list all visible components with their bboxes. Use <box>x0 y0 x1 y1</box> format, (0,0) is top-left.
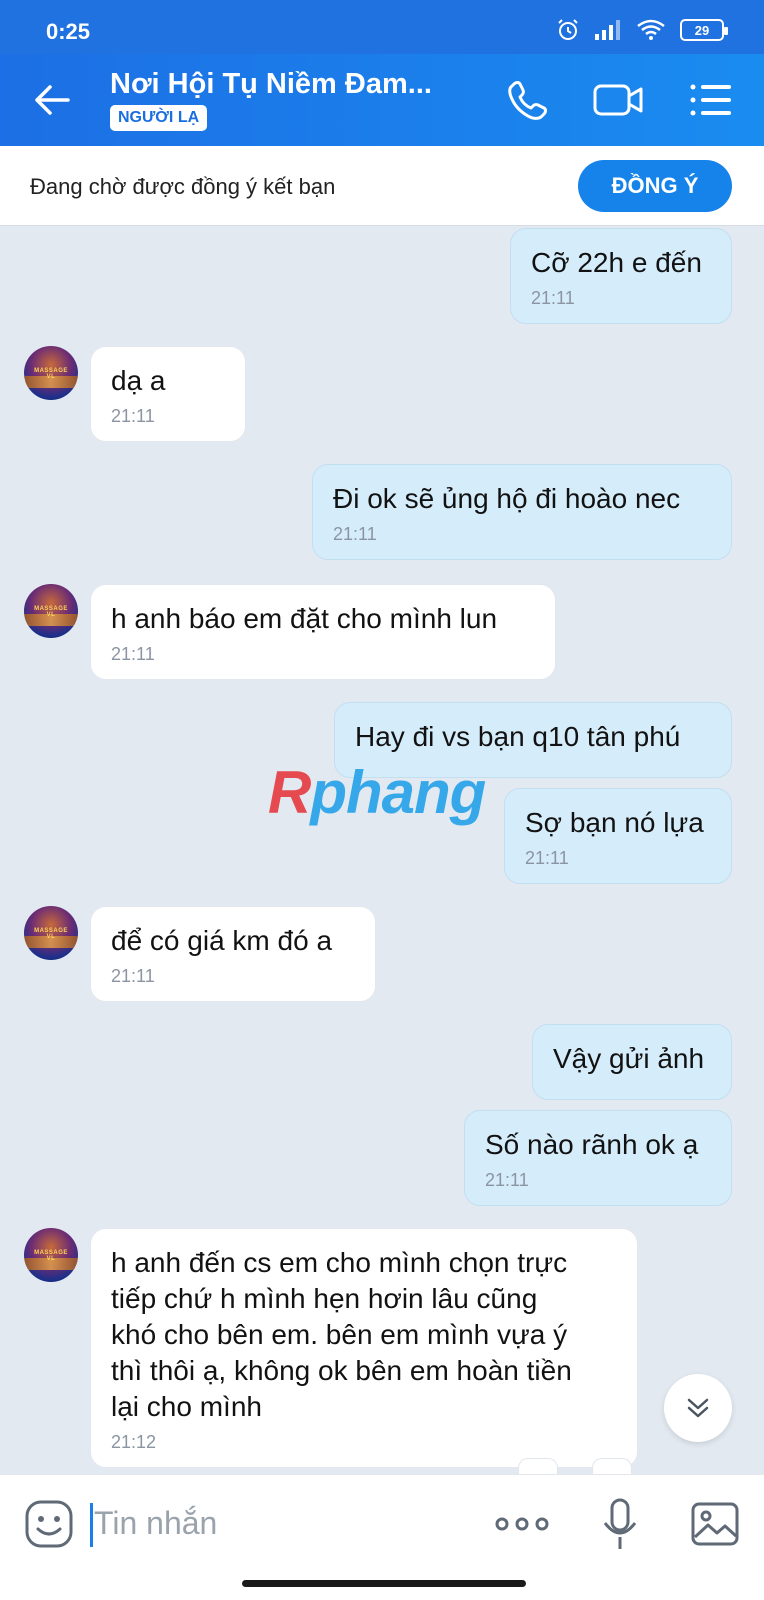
more-dots-icon[interactable] <box>494 1513 550 1535</box>
message-text: Sợ bạn nó lựa <box>525 807 704 838</box>
emoji-icon[interactable] <box>24 1499 74 1549</box>
message-bubble-incoming[interactable]: h anh đến cs em cho mình chọn trực tiếp … <box>90 1228 638 1468</box>
scroll-to-bottom-button[interactable] <box>664 1374 732 1442</box>
microphone-icon[interactable] <box>600 1497 640 1553</box>
message-bubble-incoming[interactable]: h anh báo em đặt cho mình lun 21:11 <box>90 584 556 680</box>
message-text: h anh báo em đặt cho mình lun <box>111 603 498 634</box>
message-text-line: khó cho bên em. bên em mình vựa ý <box>111 1319 568 1350</box>
video-camera-icon[interactable] <box>592 76 646 124</box>
status-icons: 29 <box>556 18 728 42</box>
message-bubble-outgoing[interactable]: Vậy gửi ảnh <box>532 1024 732 1100</box>
chevron-double-down-icon <box>687 1398 709 1418</box>
battery-level: 29 <box>694 22 710 38</box>
signal-icon <box>595 20 620 40</box>
message-bubble-outgoing[interactable]: Đi ok sẽ ủng hộ đi hoào nec 21:11 <box>312 464 732 560</box>
wifi-icon <box>637 19 665 40</box>
phone-icon[interactable] <box>504 76 552 124</box>
avatar[interactable]: MASSAGE VL <box>24 1228 78 1282</box>
message-time: 21:11 <box>531 288 575 308</box>
friend-request-status: Đang chờ được đồng ý kết bạn <box>30 174 336 199</box>
message-time: 21:12 <box>111 1432 157 1452</box>
friend-request-bar: Đang chờ được đồng ý kết bạn ĐỒNG Ý <box>0 146 764 226</box>
alarm-icon <box>558 19 578 40</box>
stranger-badge: NGƯỜI LẠ <box>110 105 208 131</box>
message-text: Vậy gửi ảnh <box>553 1043 705 1074</box>
accept-friend-button[interactable]: ĐỒNG Ý <box>578 160 732 212</box>
avatar[interactable]: MASSAGE VL <box>24 584 78 638</box>
chat-title[interactable]: Nơi Hội Tụ Niềm Đam... <box>110 68 440 101</box>
watermark-logo: Rphang <box>268 759 486 826</box>
message-text-line: thì thôi ạ, không ok bên em hoàn tiền <box>111 1355 572 1386</box>
text-cursor <box>90 1503 93 1547</box>
message-bubble-outgoing[interactable]: Số nào rãnh ok ạ 21:11 <box>464 1110 732 1206</box>
status-bar: 0:25 29 <box>0 0 764 54</box>
message-text: Đi ok sẽ ủng hộ đi hoào nec <box>333 483 681 514</box>
message-text-line: lại cho mình <box>111 1391 262 1422</box>
message-input[interactable]: Tin nhắn <box>94 1505 217 1542</box>
image-gallery-icon[interactable] <box>690 1501 740 1547</box>
message-bubble-outgoing[interactable]: Sợ bạn nó lựa 21:11 <box>504 788 732 884</box>
message-text: dạ a <box>111 365 166 396</box>
message-time: 21:11 <box>485 1170 529 1190</box>
message-text: Cỡ 22h e đến <box>531 247 702 278</box>
message-text-line: tiếp chứ h mình hẹn hơin lâu cũng <box>111 1283 538 1314</box>
message-bubble-incoming[interactable]: để có giá km đó a 21:11 <box>90 906 376 1002</box>
status-time: 0:25 <box>46 19 91 44</box>
home-indicator[interactable] <box>242 1580 526 1587</box>
message-time: 21:11 <box>111 966 155 986</box>
menu-list-icon[interactable] <box>688 76 734 124</box>
message-bubble-outgoing[interactable]: Cỡ 22h e đến 21:11 <box>510 228 732 324</box>
back-arrow-icon[interactable] <box>30 78 74 122</box>
message-time: 21:11 <box>525 848 569 868</box>
avatar[interactable]: MASSAGE VL <box>24 346 78 400</box>
message-bubble-incoming[interactable]: dạ a 21:11 <box>90 346 246 442</box>
avatar[interactable]: MASSAGE VL <box>24 906 78 960</box>
message-time: 21:11 <box>111 644 155 664</box>
message-text: Hay đi vs bạn q10 tân phú <box>355 721 681 752</box>
message-text: để có giá km đó a <box>111 925 333 956</box>
chat-header: Nơi Hội Tụ Niềm Đam... NGƯỜI LẠ <box>0 54 764 146</box>
message-text-line: h anh đến cs em cho mình chọn trực <box>111 1247 568 1278</box>
message-text: Số nào rãnh ok ạ <box>485 1129 699 1160</box>
battery-indicator: 29 <box>680 19 728 41</box>
message-time: 21:11 <box>333 524 377 544</box>
message-time: 21:11 <box>111 406 155 426</box>
